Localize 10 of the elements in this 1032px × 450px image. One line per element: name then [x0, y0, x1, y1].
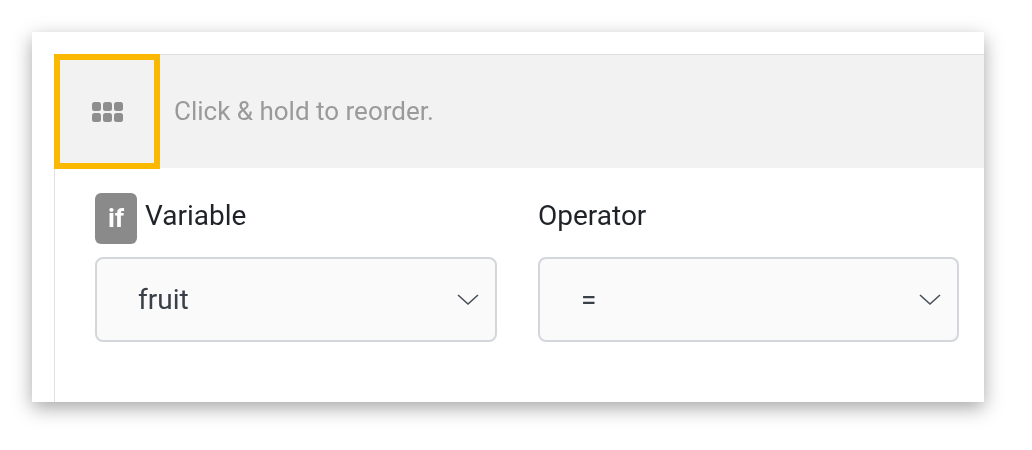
- field-label: Variable: [145, 202, 247, 234]
- field-label: Operator: [538, 202, 647, 234]
- chevron-down-icon: [457, 293, 479, 306]
- select-field[interactable]: =: [538, 257, 959, 342]
- reorder-hint: Click & hold to reorder.: [174, 95, 434, 128]
- drag-handle[interactable]: [54, 54, 160, 169]
- grip-icon: [91, 101, 123, 122]
- if-badge: if: [95, 193, 137, 244]
- chevron-down-icon: [919, 293, 941, 306]
- select-field[interactable]: fruit: [95, 257, 497, 342]
